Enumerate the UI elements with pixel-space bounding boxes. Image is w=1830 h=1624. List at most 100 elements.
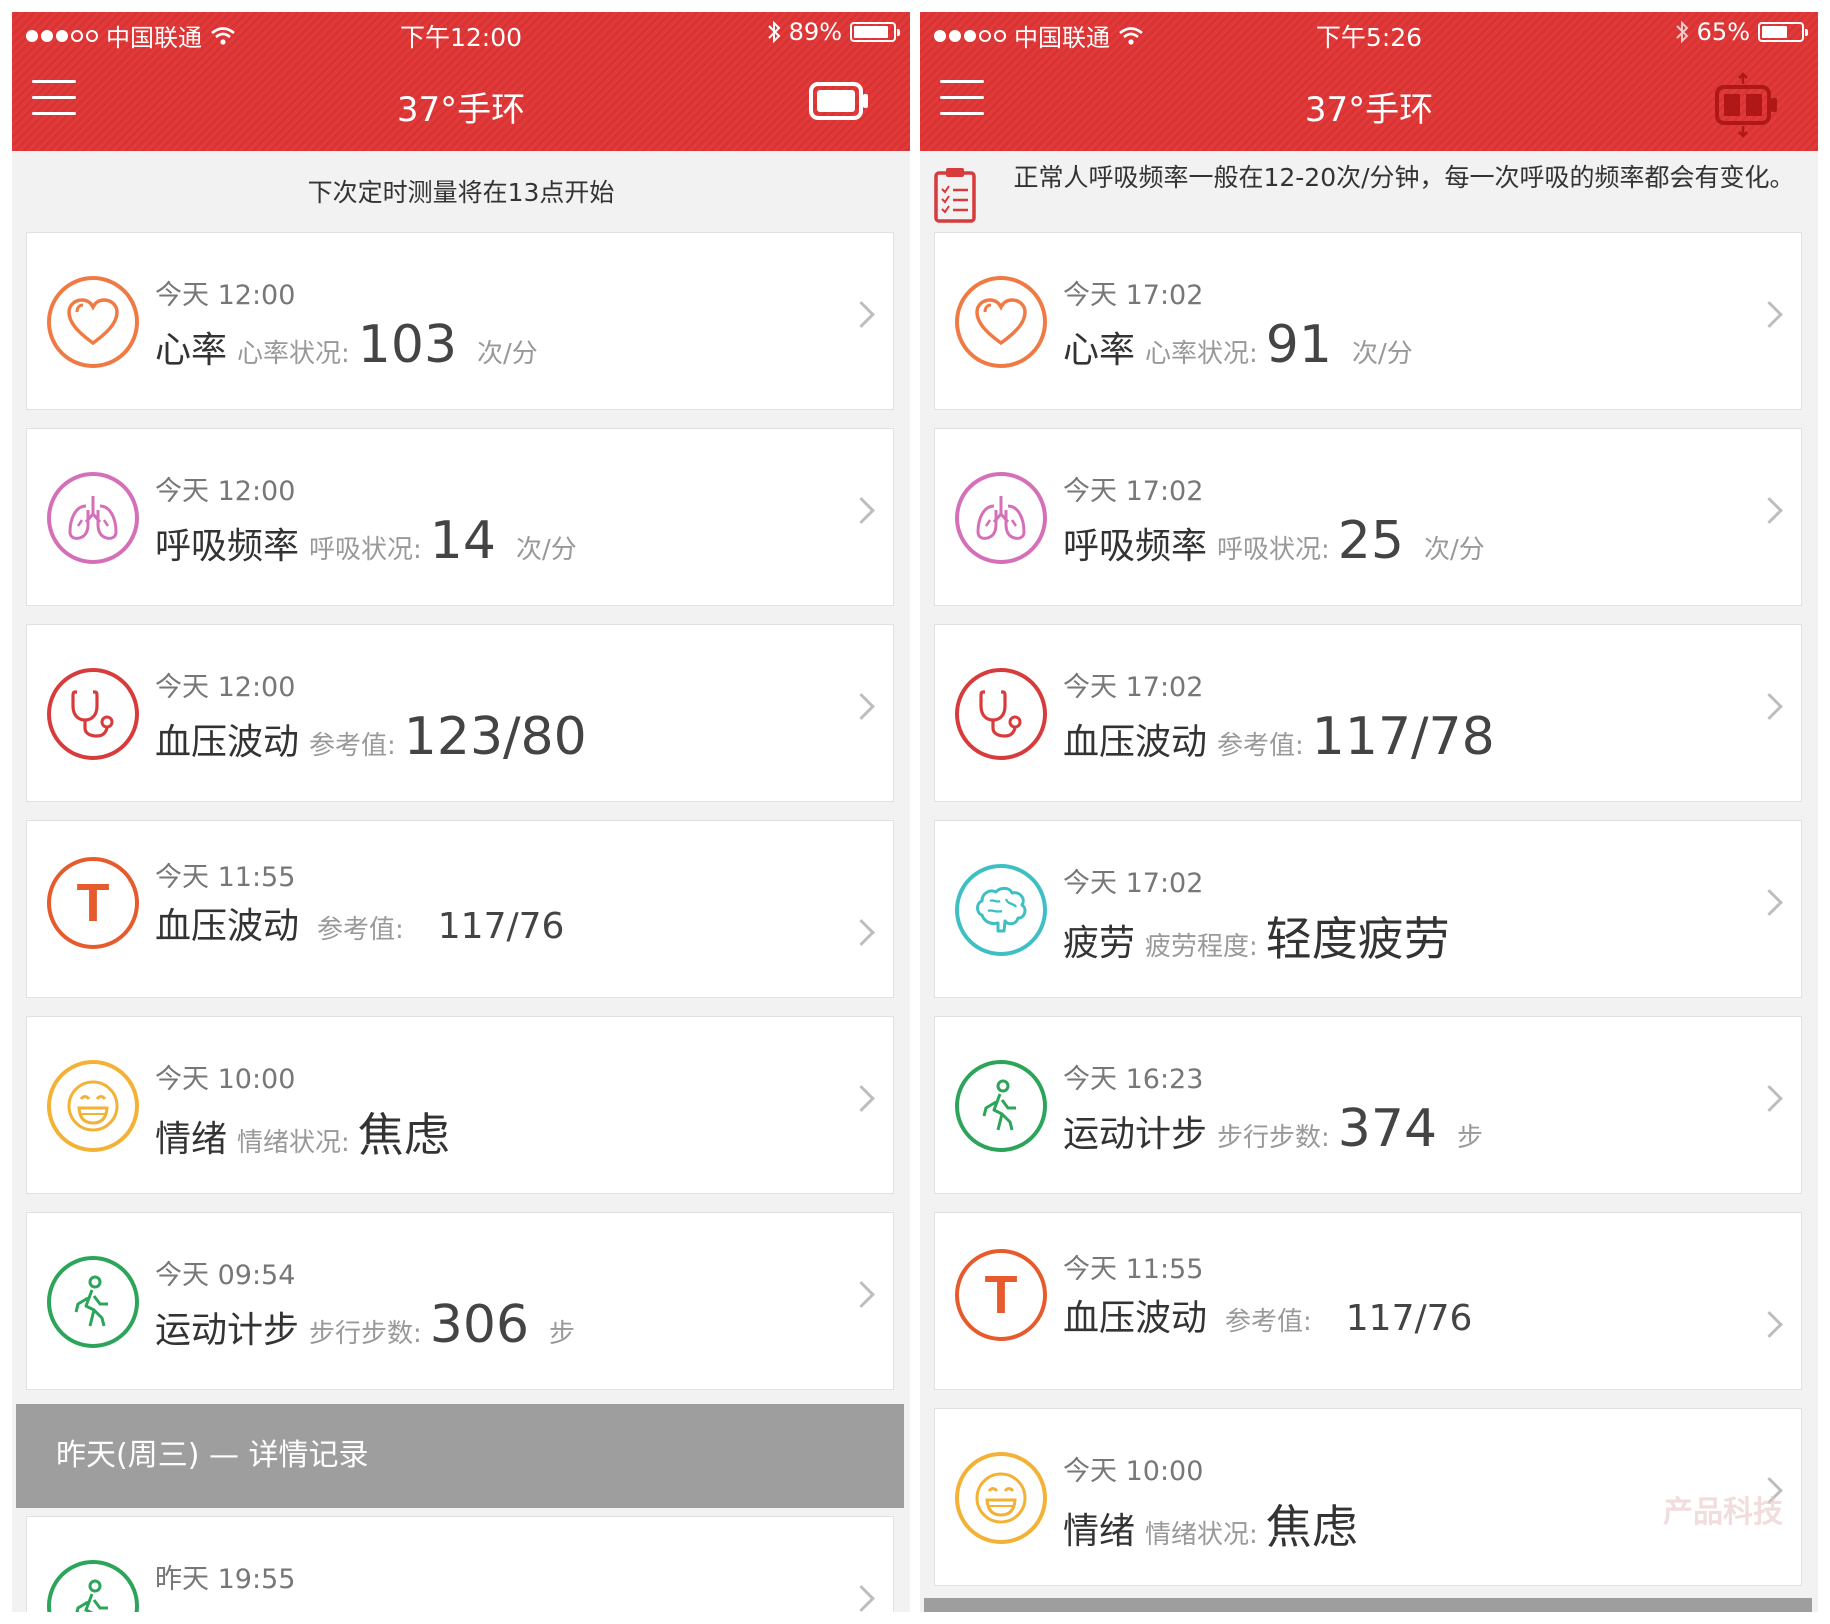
bluetooth-icon — [767, 20, 781, 44]
card-label: 呼吸状况: — [309, 535, 422, 565]
card-line: 疲劳 疲劳程度: 轻度疲劳 — [1063, 903, 1450, 969]
card-title: 运动计步 — [155, 1310, 300, 1351]
metric-card-fatigue[interactable]: 今天 17:02 疲劳 疲劳程度: 轻度疲劳 — [934, 820, 1802, 998]
card-label: 参考值: — [1225, 1307, 1312, 1337]
smiley-icon — [47, 1060, 139, 1152]
metric-card-steps-yesterday[interactable]: 昨天 19:55 — [26, 1516, 894, 1612]
metric-card-blood-pressure-t[interactable]: T 今天 11:55 血压波动 参考值: 117/76 — [934, 1212, 1802, 1390]
metric-card-blood-pressure-t[interactable]: T 今天 11:55 血压波动 参考值: 117/76 — [26, 820, 894, 998]
status-bar: 中国联通 下午5:26 65% — [920, 12, 1818, 56]
card-time: 今天 17:02 — [1063, 672, 1204, 703]
card-label: 疲劳程度: — [1145, 932, 1258, 962]
card-title: 情绪 — [1063, 1511, 1136, 1552]
card-line: 呼吸频率 呼吸状况: 25 次/分 — [1063, 511, 1485, 571]
card-value: 轻度疲劳 — [1265, 912, 1450, 966]
card-time: 今天 12:00 — [155, 672, 296, 703]
notice-text: 正常人呼吸频率一般在12-20次/分钟，每一次呼吸的频率都会有变化。 — [1013, 163, 1795, 192]
metric-card-respiration[interactable]: 今天 17:02 呼吸频率 呼吸状况: 25 次/分 — [934, 428, 1802, 606]
card-label: 情绪状况: — [1145, 1520, 1258, 1550]
section-header-partial — [924, 1598, 1812, 1612]
chevron-right-icon — [1756, 889, 1783, 916]
battery-charging-icon — [1715, 72, 1777, 138]
card-value: 374 — [1337, 1099, 1438, 1159]
page-title: 37°手环 — [1304, 90, 1434, 130]
chevron-right-icon — [1756, 693, 1783, 720]
card-title: 心率 — [1063, 330, 1136, 371]
device-battery-button[interactable] — [1712, 72, 1782, 142]
card-unit: 次/分 — [1351, 339, 1413, 369]
card-line: 血压波动 参考值: 117/76 — [155, 897, 564, 949]
battery-percent: 89% — [788, 18, 842, 46]
chevron-right-icon — [848, 497, 875, 524]
status-right: 65% — [1675, 18, 1808, 46]
watermark-logo: 产品科技 — [1663, 1495, 1783, 1530]
status-bar: 中国联通 下午12:00 89% — [12, 12, 910, 56]
card-line: 心率 心率状况: 91 次/分 — [1063, 315, 1413, 375]
card-line: 血压波动 参考值: 117/78 — [1063, 707, 1495, 767]
card-time: 今天 12:00 — [155, 476, 296, 507]
chevron-right-icon — [1756, 1085, 1783, 1112]
chevron-right-icon — [848, 1281, 875, 1308]
notice-text: 下次定时测量将在13点开始 — [307, 178, 615, 207]
walking-icon — [47, 1560, 139, 1612]
metric-card-mood[interactable]: 今天 10:00 情绪 情绪状况: 焦虑 产品科技 — [934, 1408, 1802, 1586]
chevron-right-icon — [848, 919, 875, 946]
chevron-right-icon — [848, 1585, 875, 1612]
metric-card-steps[interactable]: 今天 09:54 运动计步 步行步数: 306 步 — [26, 1212, 894, 1390]
chevron-right-icon — [1756, 1311, 1783, 1338]
card-title: 血压波动 — [155, 722, 300, 763]
card-title: 情绪 — [155, 1119, 228, 1160]
card-time: 今天 17:02 — [1063, 280, 1204, 311]
device-battery-button[interactable] — [808, 81, 870, 125]
heart-icon — [47, 276, 139, 368]
metric-card-mood[interactable]: 今天 10:00 情绪 情绪状况: 焦虑 — [26, 1016, 894, 1194]
lungs-icon — [47, 472, 139, 564]
card-unit: 次/分 — [1423, 535, 1485, 565]
card-time: 今天 11:55 — [1063, 1254, 1204, 1285]
card-value: 117/76 — [437, 906, 565, 947]
card-unit: 次/分 — [515, 535, 577, 565]
card-unit: 步 — [1457, 1123, 1484, 1153]
card-label: 心率状况: — [1145, 339, 1258, 369]
card-value: 117/78 — [1311, 707, 1495, 767]
card-line: 运动计步 步行步数: 306 步 — [155, 1295, 575, 1355]
clipboard-icon — [932, 165, 978, 231]
chevron-right-icon — [848, 693, 875, 720]
card-label: 情绪状况: — [237, 1128, 350, 1158]
metric-card-blood-pressure[interactable]: 今天 12:00 血压波动 参考值: 123/80 — [26, 624, 894, 802]
card-line: 运动计步 步行步数: 374 步 — [1063, 1099, 1483, 1159]
card-time: 今天 17:02 — [1063, 476, 1204, 507]
card-value: 117/76 — [1345, 1298, 1473, 1339]
nav-bar: 37°手环 — [12, 56, 910, 151]
card-value: 25 — [1337, 511, 1404, 571]
card-line: 血压波动 参考值: 117/76 — [1063, 1289, 1472, 1341]
lungs-icon — [955, 472, 1047, 564]
metric-card-blood-pressure[interactable]: 今天 17:02 血压波动 参考值: 117/78 — [934, 624, 1802, 802]
battery-icon — [1758, 22, 1808, 42]
bluetooth-icon — [1675, 20, 1689, 44]
card-label: 步行步数: — [1217, 1123, 1330, 1153]
heart-icon — [955, 276, 1047, 368]
card-label: 心率状况: — [237, 339, 350, 369]
card-time: 今天 10:00 — [155, 1064, 296, 1095]
card-time: 今天 09:54 — [155, 1260, 296, 1291]
notice-banner: 下次定时测量将在13点开始 — [12, 151, 910, 231]
metric-card-heart-rate[interactable]: 今天 12:00 心率 心率状况: 103 次/分 — [26, 232, 894, 410]
card-line: 心率 心率状况: 103 次/分 — [155, 315, 538, 375]
card-unit: 次/分 — [477, 339, 538, 369]
section-header-yesterday[interactable]: 昨天(周三) — 详情记录 — [16, 1404, 904, 1508]
status-right: 89% — [767, 18, 900, 46]
chevron-right-icon — [848, 301, 875, 328]
chevron-right-icon — [1756, 301, 1783, 328]
card-time: 今天 16:23 — [1063, 1064, 1204, 1095]
card-title: 血压波动 — [1063, 722, 1208, 763]
page-title: 37°手环 — [396, 90, 526, 130]
battery-percent: 65% — [1696, 18, 1750, 46]
card-time: 今天 17:02 — [1063, 868, 1204, 899]
metric-card-heart-rate[interactable]: 今天 17:02 心率 心率状况: 91 次/分 — [934, 232, 1802, 410]
card-value: 103 — [357, 315, 458, 375]
card-title: 呼吸频率 — [155, 526, 300, 567]
metric-card-respiration[interactable]: 今天 12:00 呼吸频率 呼吸状况: 14 次/分 — [26, 428, 894, 606]
card-unit: 步 — [549, 1319, 576, 1349]
metric-card-steps[interactable]: 今天 16:23 运动计步 步行步数: 374 步 — [934, 1016, 1802, 1194]
